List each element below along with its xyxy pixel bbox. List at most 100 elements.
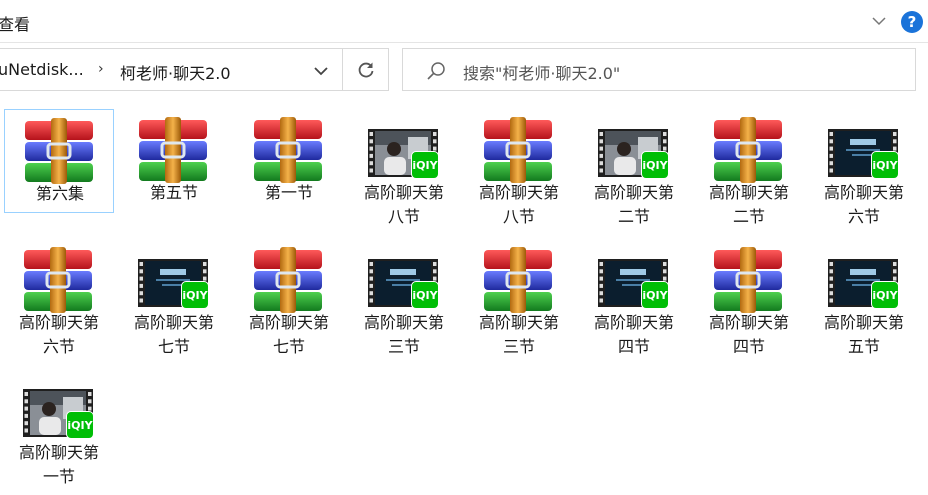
archive-icon bbox=[484, 247, 552, 313]
chevron-down-icon[interactable] bbox=[871, 13, 887, 29]
file-name-line2: 二节 bbox=[617, 207, 650, 226]
file-name-line1: 高阶聊天第 bbox=[363, 313, 444, 332]
file-name-line2: 七节 bbox=[157, 337, 190, 356]
file-name: 高阶聊天第 四节 bbox=[694, 311, 804, 359]
file-name-line1: 高阶聊天第 bbox=[478, 313, 559, 332]
file-name: 高阶聊天第 八节 bbox=[464, 181, 574, 229]
file-thumbnail: iQIY bbox=[597, 115, 669, 187]
iqiyi-badge-icon: iQIY bbox=[871, 281, 899, 309]
breadcrumb-current[interactable]: 柯老师·聊天2.0 bbox=[120, 60, 231, 84]
archive-file-item[interactable]: 第五节 bbox=[119, 109, 229, 213]
file-name: 第五节 bbox=[119, 181, 229, 205]
refresh-icon bbox=[358, 62, 373, 78]
iqiyi-badge-icon: iQIY bbox=[411, 151, 439, 179]
file-thumbnail: iQIY bbox=[827, 115, 899, 187]
chevron-down-icon[interactable] bbox=[313, 64, 329, 78]
file-name: 高阶聊天第 五节 bbox=[809, 311, 919, 359]
file-name-line1: 高阶聊天第 bbox=[708, 313, 789, 332]
archive-file-item[interactable]: 高阶聊天第 六节 bbox=[4, 239, 114, 356]
archive-file-item[interactable]: 高阶聊天第 三节 bbox=[464, 239, 574, 356]
iqiyi-badge-icon: iQIY bbox=[871, 151, 899, 179]
file-name-line2: 四节 bbox=[617, 337, 650, 356]
file-thumbnail: iQIY bbox=[827, 245, 899, 317]
file-name: 第一节 bbox=[234, 181, 344, 205]
file-thumbnail bbox=[712, 245, 784, 317]
address-bar[interactable]: uNetdisk... › 柯老师·聊天2.0 bbox=[0, 48, 343, 91]
file-name-line1: 第六集 bbox=[35, 184, 84, 203]
ribbon-bar: 查看 ? bbox=[0, 0, 928, 43]
tab-view[interactable]: 查看 bbox=[0, 11, 30, 35]
breadcrumb-separator[interactable]: › bbox=[98, 61, 104, 77]
file-thumbnail: iQIY bbox=[597, 245, 669, 317]
archive-file-item[interactable]: 高阶聊天第 四节 bbox=[694, 239, 804, 356]
archive-icon bbox=[254, 117, 322, 183]
file-name: 高阶聊天第 三节 bbox=[464, 311, 574, 359]
archive-file-item[interactable]: 高阶聊天第 二节 bbox=[694, 109, 804, 226]
iqiyi-badge-icon: iQIY bbox=[641, 151, 669, 179]
file-thumbnail bbox=[22, 245, 94, 317]
file-name-line1: 第一节 bbox=[264, 183, 313, 202]
file-name-line2: 三节 bbox=[387, 337, 420, 356]
file-name-line1: 高阶聊天第 bbox=[478, 183, 559, 202]
file-name-line1: 高阶聊天第 bbox=[133, 313, 214, 332]
search-input[interactable]: 搜索"柯老师·聊天2.0" bbox=[463, 60, 620, 84]
file-name-line1: 高阶聊天第 bbox=[363, 183, 444, 202]
archive-file-item[interactable]: 高阶聊天第 七节 bbox=[234, 239, 344, 356]
file-name: 高阶聊天第 四节 bbox=[579, 311, 689, 359]
video-file-item[interactable]: iQIY 高阶聊天第三节 bbox=[349, 239, 459, 356]
file-thumbnail bbox=[137, 115, 209, 187]
refresh-button[interactable] bbox=[343, 48, 389, 91]
file-name: 高阶聊天第 六节 bbox=[809, 181, 919, 229]
file-name-line2: 六节 bbox=[847, 207, 880, 226]
iqiyi-badge-icon: iQIY bbox=[641, 281, 669, 309]
archive-icon bbox=[714, 117, 782, 183]
video-file-item[interactable]: iQIY 高阶聊天第 二节 bbox=[579, 109, 689, 226]
file-thumbnail: iQIY bbox=[367, 115, 439, 187]
archive-file-item[interactable]: 第六集 bbox=[4, 109, 114, 213]
iqiyi-badge-icon: iQIY bbox=[66, 411, 94, 439]
file-name: 高阶聊天第 一节 bbox=[4, 441, 114, 489]
file-name: 高阶聊天第 二节 bbox=[579, 181, 689, 229]
archive-icon bbox=[254, 247, 322, 313]
file-name: 高阶聊天第 八节 bbox=[349, 181, 459, 229]
file-name: 高阶聊天第 二节 bbox=[694, 181, 804, 229]
video-file-item[interactable]: iQIY 高阶聊天第 七节 bbox=[119, 239, 229, 356]
file-name: 高阶聊天第 六节 bbox=[4, 311, 114, 359]
file-name-line1: 高阶聊天第 bbox=[708, 183, 789, 202]
breadcrumb-parent[interactable]: uNetdisk... bbox=[0, 60, 84, 79]
file-thumbnail: iQIY bbox=[137, 245, 209, 317]
file-thumbnail bbox=[482, 245, 554, 317]
file-name-line1: 高阶聊天第 bbox=[593, 313, 674, 332]
file-name-line2: 八节 bbox=[502, 207, 535, 226]
video-file-item[interactable]: iQIY 高阶聊天第 八节 bbox=[349, 109, 459, 226]
file-name-line2: 一节 bbox=[42, 467, 75, 486]
file-name: 第六集 bbox=[5, 182, 115, 206]
iqiyi-badge-icon: iQIY bbox=[181, 281, 209, 309]
file-thumbnail: iQIY bbox=[22, 375, 94, 447]
archive-file-item[interactable]: 高阶聊天第 八节 bbox=[464, 109, 574, 226]
file-name-line2: 二节 bbox=[732, 207, 765, 226]
file-name: 高阶聊天第 三节 bbox=[349, 311, 459, 359]
file-thumbnail bbox=[252, 245, 324, 317]
file-name-line1: 高阶聊天第 bbox=[18, 443, 99, 462]
archive-icon bbox=[24, 247, 92, 313]
file-thumbnail bbox=[482, 115, 554, 187]
search-box[interactable]: 搜索"柯老师·聊天2.0" bbox=[402, 48, 916, 91]
archive-icon bbox=[714, 247, 782, 313]
file-thumbnail: iQIY bbox=[367, 245, 439, 317]
file-name-line2: 三节 bbox=[502, 337, 535, 356]
video-file-item[interactable]: iQIY 高阶聊天第 四节 bbox=[579, 239, 689, 356]
help-icon[interactable]: ? bbox=[901, 11, 923, 33]
file-thumbnail bbox=[23, 116, 95, 188]
file-thumbnail bbox=[712, 115, 784, 187]
video-file-item[interactable]: iQIY 高阶聊天第 五节 bbox=[809, 239, 919, 356]
file-name-line1: 高阶聊天第 bbox=[248, 313, 329, 332]
video-file-item[interactable]: iQIY 高阶聊天第 一节 bbox=[4, 369, 114, 486]
video-file-item[interactable]: iQIY 高阶聊天第 六节 bbox=[809, 109, 919, 226]
archive-icon bbox=[25, 118, 93, 184]
file-name-line2: 六节 bbox=[42, 337, 75, 356]
file-name-line2: 八节 bbox=[387, 207, 420, 226]
file-name: 高阶聊天第 七节 bbox=[119, 311, 229, 359]
file-name-line1: 高阶聊天第 bbox=[823, 183, 904, 202]
archive-file-item[interactable]: 第一节 bbox=[234, 109, 344, 213]
